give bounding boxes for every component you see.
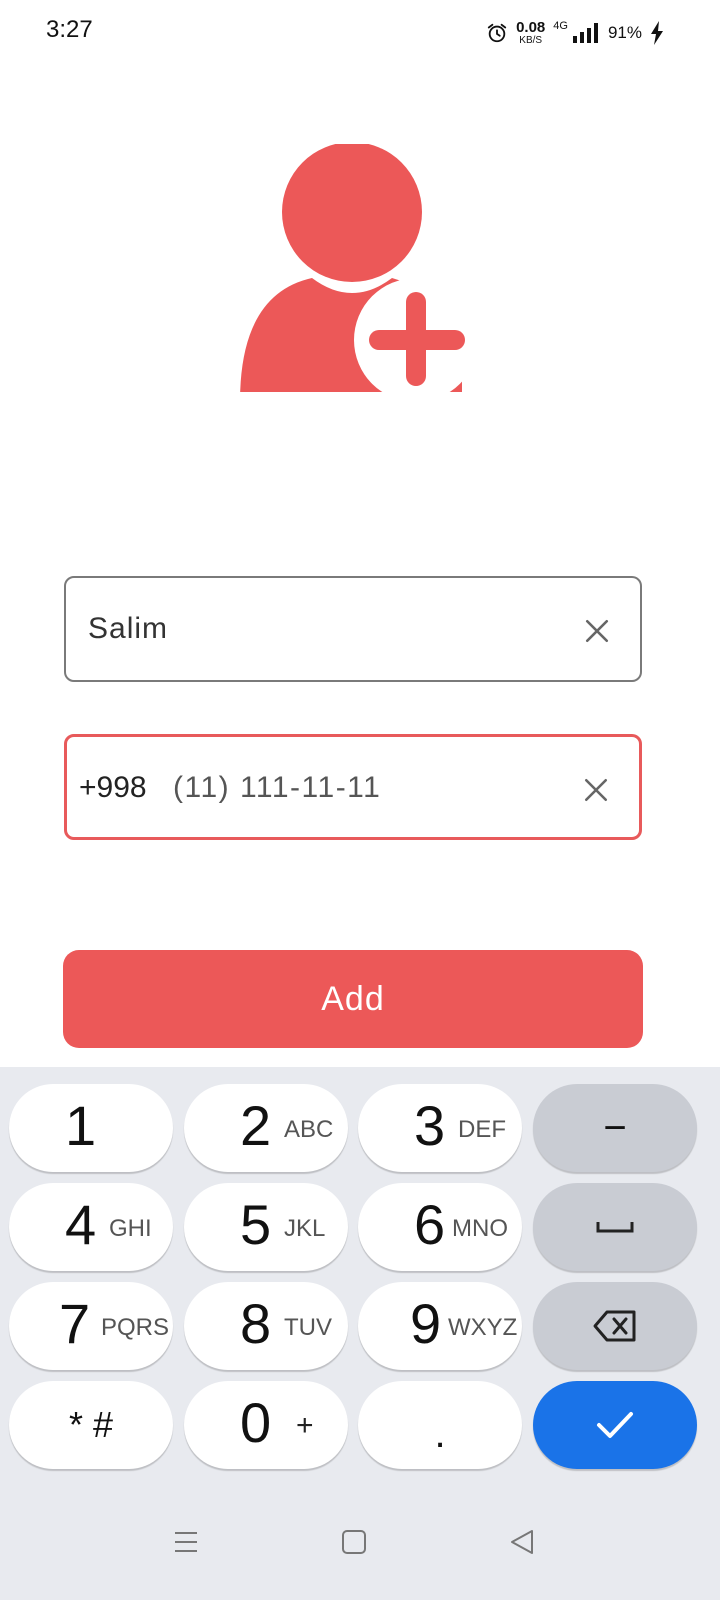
key-space[interactable] — [533, 1183, 697, 1271]
space-bar-icon — [596, 1222, 634, 1233]
battery-percent: 91% — [607, 23, 642, 42]
backspace-icon — [593, 1310, 636, 1342]
key-letters: GHI — [109, 1215, 152, 1242]
minus-symbol: − — [603, 1105, 627, 1150]
name-input-value: Salim — [88, 612, 169, 645]
key-letters: + — [296, 1409, 314, 1442]
star-hash-symbol: * # — [68, 1404, 114, 1445]
key-4[interactable]: 4 GHI — [9, 1183, 173, 1271]
key-digit: 1 — [65, 1094, 97, 1157]
key-1[interactable]: 1 — [9, 1084, 173, 1172]
phone-field[interactable]: +998 (11) 111-11-11 — [64, 734, 642, 840]
key-9[interactable]: 9 WXYZ — [358, 1282, 522, 1370]
status-icons: 0.08 KB/S 4G 91% — [486, 18, 664, 48]
phone-mask: (11) 111-11-11 — [173, 771, 382, 804]
add-button[interactable]: Add — [63, 950, 643, 1048]
key-minus[interactable]: − — [533, 1084, 697, 1172]
key-letters: WXYZ — [448, 1314, 518, 1341]
dot-symbol: . — [434, 1411, 446, 1456]
name-field[interactable]: Salim — [64, 576, 642, 682]
key-0[interactable]: 0 + — [184, 1381, 348, 1469]
menu-lines-icon[interactable] — [172, 1528, 200, 1556]
close-icon[interactable] — [583, 777, 609, 803]
key-digit: 6 — [414, 1193, 446, 1256]
triangle-back-icon[interactable] — [508, 1528, 536, 1556]
key-2[interactable]: 2 ABC — [184, 1084, 348, 1172]
network-type: 4G — [553, 20, 568, 32]
key-digit: 7 — [59, 1292, 91, 1355]
key-8[interactable]: 8 TUV — [184, 1282, 348, 1370]
signal-bars-icon — [572, 23, 598, 43]
key-star-hash[interactable]: * # — [9, 1381, 173, 1469]
key-letters: MNO — [452, 1215, 508, 1242]
key-3[interactable]: 3 DEF — [358, 1084, 522, 1172]
close-icon[interactable] — [584, 618, 610, 644]
key-6[interactable]: 6 MNO — [358, 1183, 522, 1271]
key-digit: 5 — [240, 1193, 272, 1256]
key-digit: 4 — [65, 1193, 97, 1256]
key-7[interactable]: 7 PQRS — [9, 1282, 173, 1370]
key-backspace[interactable] — [533, 1282, 697, 1370]
alarm-clock-icon — [487, 23, 507, 43]
key-digit: 2 — [240, 1094, 272, 1157]
key-done[interactable] — [533, 1381, 697, 1469]
net-speed-value: 0.08 — [516, 19, 546, 36]
lightning-bolt-icon — [651, 21, 663, 45]
key-5[interactable]: 5 JKL — [184, 1183, 348, 1271]
phone-prefix: +998 — [79, 771, 147, 804]
status-bar: 3:27 0.08 KB/S 4G 91% — [0, 0, 720, 64]
key-letters: TUV — [284, 1314, 332, 1341]
net-speed: 0.08 KB/S — [516, 20, 545, 46]
key-letters: JKL — [284, 1215, 326, 1242]
key-digit: 8 — [240, 1292, 272, 1355]
key-dot[interactable]: . — [358, 1381, 522, 1469]
key-letters: PQRS — [101, 1314, 170, 1341]
key-letters: DEF — [458, 1116, 506, 1143]
add-user-icon — [240, 144, 480, 404]
checkmark-icon — [597, 1412, 633, 1438]
status-time: 3:27 — [46, 16, 93, 43]
key-digit: 9 — [410, 1292, 442, 1355]
navigation-bar — [0, 1492, 720, 1600]
square-home-icon[interactable] — [340, 1528, 368, 1556]
key-letters: ABC — [284, 1116, 334, 1143]
key-digit: 3 — [414, 1094, 446, 1157]
net-speed-unit: KB/S — [519, 35, 543, 46]
key-digit: 0 — [240, 1391, 272, 1454]
